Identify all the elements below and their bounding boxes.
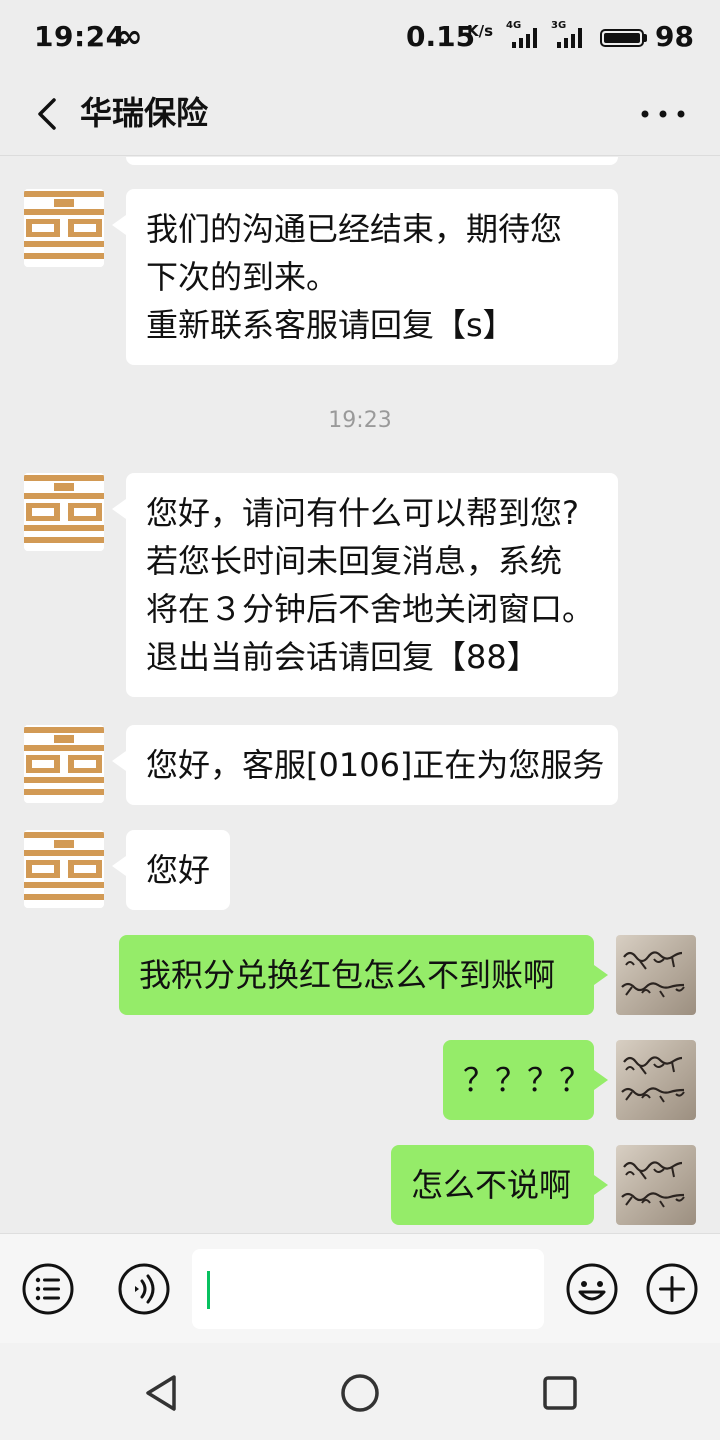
chat-title: 华瑞保险 — [80, 94, 209, 132]
voice-icon[interactable] — [117, 1262, 171, 1316]
text-cursor — [207, 1271, 210, 1309]
message-input-bar — [0, 1233, 720, 1343]
agent-avatar[interactable] — [24, 189, 104, 267]
incoming-message[interactable]: 您好，请问有什么可以帮到您? 若您长时间未回复消息，系统 将在３分钟后不舍地关闭… — [112, 473, 618, 697]
handwriting-avatar-icon — [621, 951, 685, 998]
battery-level: 98 — [655, 20, 694, 53]
agent-avatar[interactable] — [24, 830, 104, 908]
agent-logo-icon — [24, 725, 104, 803]
previous-message-bubble[interactable] — [126, 157, 618, 165]
incoming-message[interactable]: 我们的沟通已经结束，期待您 下次的到来。 重新联系客服请回复【s】 — [112, 189, 618, 365]
message-text: 您好 — [146, 851, 211, 889]
chat-header: 华瑞保险 — [0, 76, 720, 156]
message-text: ？？？？ — [463, 1061, 592, 1099]
chat-messages[interactable]: 我们的沟通已经结束，期待您 下次的到来。 重新联系客服请回复【s】 19:23 … — [0, 157, 720, 1233]
status-time: 19:24 — [34, 20, 126, 53]
message-text: 您好，客服[0106]正在为您服务 — [146, 746, 605, 784]
message-text: 我积分兑换红包怎么不到账啊 — [139, 956, 556, 994]
handwriting-avatar-icon — [621, 1056, 685, 1103]
outgoing-message[interactable]: ？？？？ — [443, 1040, 608, 1120]
system-nav-bar — [0, 1343, 720, 1440]
agent-logo-icon — [24, 830, 104, 908]
square-recents-icon[interactable] — [538, 1371, 582, 1415]
message-line: 若您长时间未回复消息，系统 — [146, 542, 563, 580]
signal-sim1-icon: 4G — [506, 20, 540, 48]
circle-home-icon[interactable] — [338, 1371, 382, 1415]
list-menu-icon[interactable] — [21, 1262, 75, 1316]
agent-avatar[interactable] — [24, 473, 104, 551]
battery-icon — [600, 29, 644, 47]
more-dots-icon[interactable] — [640, 106, 686, 122]
agent-logo-icon — [24, 473, 104, 551]
my-avatar[interactable] — [616, 1040, 696, 1120]
message-line: 将在３分钟后不舍地关闭窗口。 — [146, 590, 595, 628]
incoming-message[interactable]: 您好 — [112, 830, 230, 910]
signal-sim2-icon: 3G — [551, 20, 585, 48]
message-line: 退出当前会话请回复【88】 — [146, 638, 539, 676]
infinity-icon: ∞ — [116, 17, 143, 55]
message-timestamp: 19:23 — [328, 408, 392, 433]
agent-avatar[interactable] — [24, 725, 104, 803]
handwriting-avatar-icon — [621, 1161, 685, 1208]
message-line: 重新联系客服请回复【s】 — [146, 306, 515, 344]
incoming-message[interactable]: 您好，客服[0106]正在为您服务 — [112, 725, 618, 805]
message-text: 怎么不说啊 — [411, 1166, 572, 1204]
message-line: 下次的到来。 — [146, 258, 339, 296]
message-line: 您好，请问有什么可以帮到您? — [146, 494, 579, 532]
my-avatar[interactable] — [616, 935, 696, 1015]
my-avatar[interactable] — [616, 1145, 696, 1225]
message-input[interactable] — [192, 1249, 544, 1329]
status-bar: 19:24 ∞ 0.15 K/s 4G 3G 98 — [0, 0, 720, 76]
plus-icon[interactable] — [645, 1262, 699, 1316]
emoji-icon[interactable] — [565, 1262, 619, 1316]
outgoing-message[interactable]: 我积分兑换红包怎么不到账啊 — [119, 935, 608, 1015]
triangle-back-icon[interactable] — [140, 1371, 184, 1415]
agent-logo-icon — [24, 189, 104, 267]
network-speed: 0.15 — [406, 20, 476, 53]
message-line: 我们的沟通已经结束，期待您 — [146, 210, 563, 248]
chevron-left-icon[interactable] — [30, 94, 70, 134]
battery-cap — [644, 34, 647, 42]
outgoing-message[interactable]: 怎么不说啊 — [391, 1145, 608, 1225]
network-speed-unit: K/s — [467, 22, 494, 40]
